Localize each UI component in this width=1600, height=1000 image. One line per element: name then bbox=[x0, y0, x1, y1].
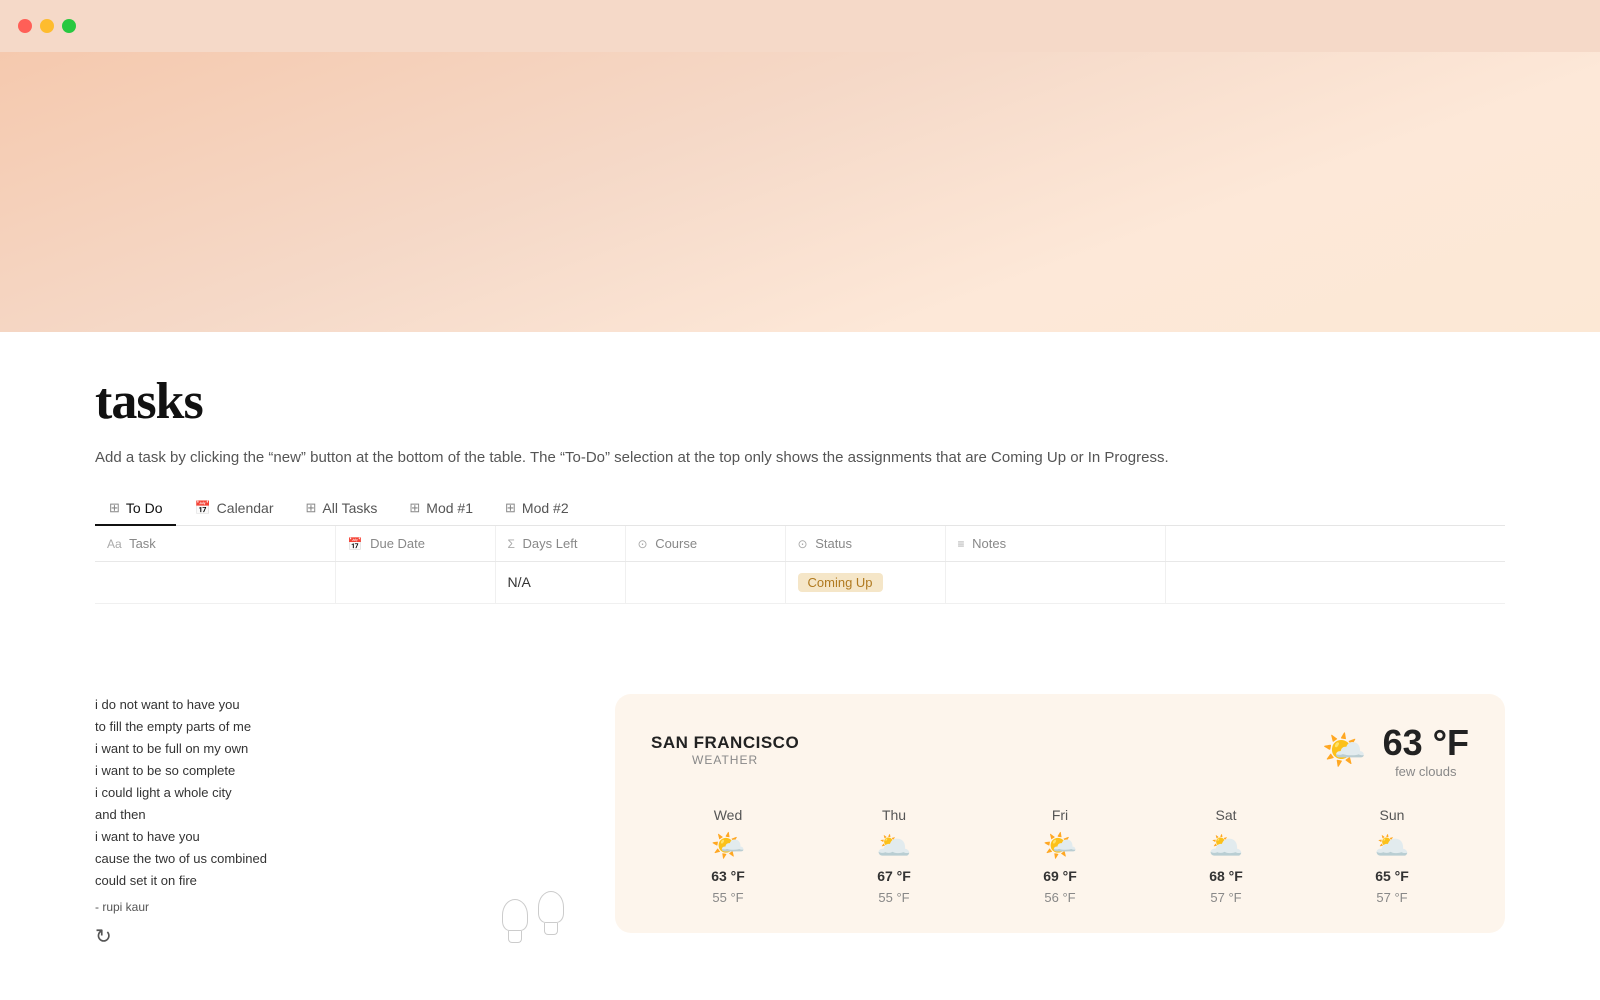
col-header-extra bbox=[1165, 526, 1505, 562]
bulb-base-2 bbox=[544, 923, 558, 935]
bottom-section: i do not want to have youto fill the emp… bbox=[0, 694, 1600, 950]
bulb-globe-1 bbox=[502, 899, 528, 931]
tab-todo[interactable]: ⊞ To Do bbox=[95, 492, 176, 526]
bulb-base-1 bbox=[508, 931, 522, 943]
forecast-day-wed: Wed 🌤️ 63 °F 55 °F bbox=[651, 807, 805, 905]
forecast-day-name: Sat bbox=[1215, 807, 1236, 823]
sigma-icon: Σ bbox=[508, 537, 515, 551]
forecast-day-thu: Thu 🌥️ 67 °F 55 °F bbox=[817, 807, 971, 905]
table-icon-4: ⊞ bbox=[505, 500, 516, 516]
forecast-day-sat: Sat 🌥️ 68 °F 57 °F bbox=[1149, 807, 1303, 905]
forecast-icon: 🌥️ bbox=[1375, 829, 1410, 862]
tab-calendar[interactable]: 📅 Calendar bbox=[180, 492, 287, 526]
calendar-icon: 📅 bbox=[194, 500, 210, 516]
tab-mod1[interactable]: ⊞ Mod #1 bbox=[395, 492, 487, 526]
col-header-course: ⊙ Course bbox=[625, 526, 785, 562]
close-button[interactable] bbox=[18, 19, 32, 33]
table-icon-3: ⊞ bbox=[409, 500, 420, 516]
forecast-icon: 🌥️ bbox=[877, 829, 912, 862]
calendar-col-icon: 📅 bbox=[348, 537, 363, 551]
cell-extra bbox=[1165, 561, 1505, 603]
forecast-icon: 🌤️ bbox=[1043, 829, 1078, 862]
cell-notes[interactable] bbox=[945, 561, 1165, 603]
col-header-days: Σ Days Left bbox=[495, 526, 625, 562]
forecast-hi: 68 °F bbox=[1209, 868, 1243, 884]
minimize-button[interactable] bbox=[40, 19, 54, 33]
forecast-icon: 🌤️ bbox=[711, 829, 746, 862]
quote-card: i do not want to have youto fill the emp… bbox=[95, 694, 575, 950]
weather-current: 63 °F few clouds bbox=[1383, 722, 1469, 779]
cell-course[interactable] bbox=[625, 561, 785, 603]
forecast-hi: 63 °F bbox=[711, 868, 745, 884]
bulb-globe-2 bbox=[538, 891, 564, 923]
weather-card: SAN FRANCISCO WEATHER 🌤️ 63 °F few cloud… bbox=[615, 694, 1505, 933]
maximize-button[interactable] bbox=[62, 19, 76, 33]
quote-text: i do not want to have youto fill the emp… bbox=[95, 694, 575, 893]
forecast-lo: 56 °F bbox=[1044, 890, 1075, 905]
forecast-lo: 55 °F bbox=[878, 890, 909, 905]
page-content: tasks Add a task by clicking the “new” b… bbox=[0, 332, 1600, 644]
tab-bar: ⊞ To Do 📅 Calendar ⊞ All Tasks ⊞ Mod #1 … bbox=[95, 492, 1505, 526]
col-header-task: Aa Task bbox=[95, 526, 335, 562]
text-icon: Aa bbox=[107, 537, 122, 551]
weather-forecast: Wed 🌤️ 63 °F 55 °F Thu 🌥️ 67 °F 55 °F Fr… bbox=[651, 807, 1469, 905]
status-badge: Coming Up bbox=[798, 573, 883, 592]
weather-description: few clouds bbox=[1395, 764, 1456, 779]
col-header-due: 📅 Due Date bbox=[335, 526, 495, 562]
tasks-table: Aa Task 📅 Due Date Σ Days Left ⊙ Course … bbox=[95, 526, 1505, 604]
weather-header: SAN FRANCISCO WEATHER 🌤️ 63 °F few cloud… bbox=[651, 722, 1469, 779]
weather-temp-main: 63 °F bbox=[1383, 722, 1469, 764]
forecast-icon: 🌥️ bbox=[1209, 829, 1244, 862]
weather-city: SAN FRANCISCO bbox=[651, 733, 799, 753]
forecast-day-name: Sun bbox=[1380, 807, 1405, 823]
status-col-icon: ⊙ bbox=[798, 537, 808, 551]
refresh-button[interactable]: ↻ bbox=[95, 926, 112, 948]
forecast-hi: 65 °F bbox=[1375, 868, 1409, 884]
hero-banner bbox=[0, 52, 1600, 332]
lightbulb-decoration bbox=[501, 891, 565, 949]
cell-status[interactable]: Coming Up bbox=[785, 561, 945, 603]
forecast-hi: 69 °F bbox=[1043, 868, 1077, 884]
forecast-day-fri: Fri 🌤️ 69 °F 56 °F bbox=[983, 807, 1137, 905]
titlebar bbox=[0, 0, 1600, 52]
cell-due[interactable] bbox=[335, 561, 495, 603]
forecast-day-name: Fri bbox=[1052, 807, 1068, 823]
table-row[interactable]: N/A Coming Up bbox=[95, 561, 1505, 603]
col-header-status: ⊙ Status bbox=[785, 526, 945, 562]
weather-icon-main: 🌤️ bbox=[1322, 732, 1367, 768]
col-header-notes: ≡ Notes bbox=[945, 526, 1165, 562]
weather-label: WEATHER bbox=[651, 753, 799, 767]
forecast-day-sun: Sun 🌥️ 65 °F 57 °F bbox=[1315, 807, 1469, 905]
bulb-1 bbox=[501, 899, 529, 949]
forecast-lo: 55 °F bbox=[712, 890, 743, 905]
forecast-lo: 57 °F bbox=[1376, 890, 1407, 905]
forecast-day-name: Wed bbox=[714, 807, 743, 823]
page-title: tasks bbox=[95, 372, 1505, 431]
circle-icon: ⊙ bbox=[638, 537, 648, 551]
table-icon: ⊞ bbox=[109, 500, 120, 516]
tab-mod2[interactable]: ⊞ Mod #2 bbox=[491, 492, 583, 526]
forecast-hi: 67 °F bbox=[877, 868, 911, 884]
cell-task[interactable] bbox=[95, 561, 335, 603]
page-description: Add a task by clicking the “new” button … bbox=[95, 447, 1295, 470]
bulb-2 bbox=[537, 891, 565, 941]
notes-icon: ≡ bbox=[958, 537, 965, 551]
forecast-day-name: Thu bbox=[882, 807, 906, 823]
cell-days[interactable]: N/A bbox=[495, 561, 625, 603]
weather-location: SAN FRANCISCO WEATHER bbox=[651, 733, 799, 767]
forecast-lo: 57 °F bbox=[1210, 890, 1241, 905]
table-icon-2: ⊞ bbox=[306, 500, 317, 516]
tab-all-tasks[interactable]: ⊞ All Tasks bbox=[292, 492, 392, 526]
